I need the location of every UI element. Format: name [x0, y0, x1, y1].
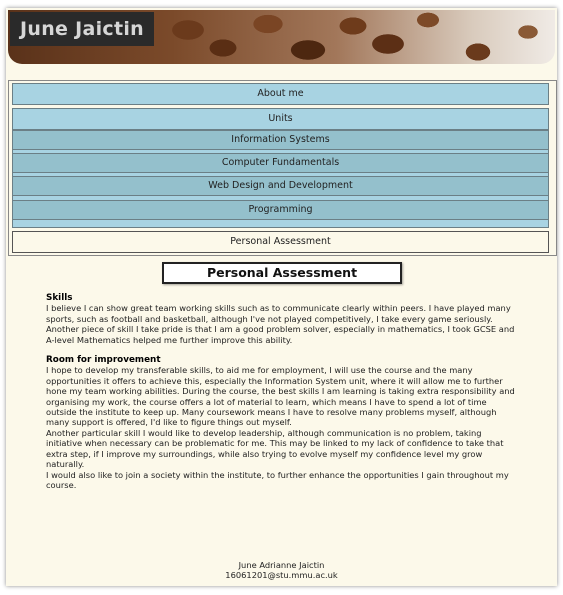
paragraph: I would also like to join a society with… — [46, 469, 509, 490]
section-heading-improvement: Room for improvement — [46, 355, 161, 366]
nav-unit-programming[interactable]: Programming — [12, 200, 549, 220]
paragraph: I hope to develop my transferable skills… — [46, 365, 515, 428]
header-banner: June Jaictin — [8, 10, 555, 64]
footer-name: June Adrianne Jaictin — [238, 560, 325, 570]
main-nav: About me Units Information Systems Compu… — [8, 80, 557, 256]
nav-unit-information-systems[interactable]: Information Systems — [12, 130, 549, 150]
nav-unit-computer-fundamentals[interactable]: Computer Fundamentals — [12, 153, 549, 173]
nav-unit-web-design[interactable]: Web Design and Development — [12, 176, 549, 196]
paragraph: Another piece of skill I take pride is t… — [46, 324, 515, 345]
section-heading-skills: Skills — [46, 293, 73, 303]
page: June Jaictin About me Units Information … — [6, 8, 557, 586]
page-title: Personal Assessment — [162, 262, 402, 284]
nav-units-group: Units Information Systems Computer Funda… — [12, 108, 549, 228]
paragraph: I believe I can show great team working … — [46, 303, 511, 324]
nav-personal-assessment[interactable]: Personal Assessment — [12, 231, 549, 253]
footer-email: 16061201@stu.mmu.ac.uk — [225, 570, 338, 581]
assessment-content: Skills I believe I can show great team w… — [46, 293, 516, 490]
nav-units[interactable]: Units — [12, 108, 549, 130]
paragraph: Another particular skill I would like to… — [46, 427, 504, 470]
nav-about-me[interactable]: About me — [12, 83, 549, 105]
site-title: June Jaictin — [10, 12, 155, 46]
footer: June Adrianne Jaictin 16061201@stu.mmu.a… — [6, 560, 557, 581]
